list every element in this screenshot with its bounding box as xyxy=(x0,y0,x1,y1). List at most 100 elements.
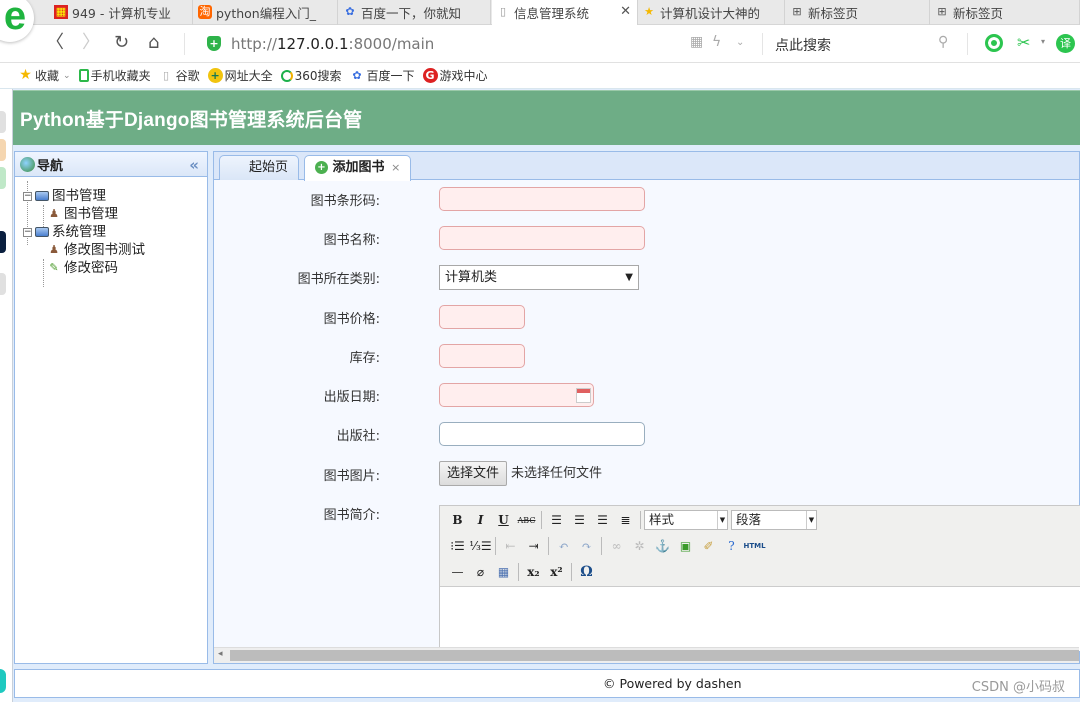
reload-icon[interactable]: ↻ xyxy=(114,33,129,53)
home-icon[interactable]: ⌂ xyxy=(148,33,159,53)
bookmark-item[interactable]: G 游戏中心 xyxy=(422,67,488,84)
bookmark-item[interactable]: 手机收藏夹 xyxy=(78,67,151,84)
bookmark-favorites[interactable]: ★ 收藏 ⌄ xyxy=(18,67,70,84)
cleanup-brush-icon[interactable]: ✐ xyxy=(697,535,720,557)
horizontal-rule-icon[interactable]: — xyxy=(446,561,469,583)
url-field[interactable]: http://127.0.0.1:8000/main xyxy=(231,35,434,53)
calendar-icon[interactable] xyxy=(576,388,591,403)
tree-item-change-password[interactable]: ✎ 修改密码 xyxy=(23,259,199,277)
html-source-button[interactable]: HTML xyxy=(743,535,766,557)
search-input[interactable]: 点此搜索 xyxy=(775,35,831,55)
eraser-icon[interactable]: ⌀ xyxy=(469,561,492,583)
scissors-icon[interactable]: ✂ xyxy=(1017,33,1030,52)
close-tab-icon[interactable]: × xyxy=(391,161,400,174)
tree-group-books[interactable]: − 图书管理 xyxy=(23,187,199,205)
choose-file-button[interactable]: 选择文件 xyxy=(439,461,508,486)
anchor-icon[interactable]: ⚓ xyxy=(651,535,674,557)
collapse-icon[interactable]: « xyxy=(189,156,199,174)
bookmarks-bar: ★ 收藏 ⌄ 手机收藏夹 ▯ 谷歌 + 网址大全 360搜索 ✿ 百度一下 G 游戏中心 xyxy=(0,63,1080,89)
browser-tab-bar: e ▦ 949 - 计算机专业 淘 python编程入门_ ✿ 百度一下，你就知… xyxy=(0,0,1080,42)
format-select[interactable]: 段落 ▼ xyxy=(731,510,817,530)
tab-start-page[interactable]: 起始页 xyxy=(219,155,299,180)
nav-panel: 导航 « − 图书管理 + 添加图书 ♟ 图书管理 − 系统管理 xyxy=(14,151,448,664)
browser-tab[interactable]: ★ 计算机设计大神的 xyxy=(637,0,785,25)
bookmark-item[interactable]: ▯ 谷歌 xyxy=(159,67,200,84)
image-icon[interactable]: ▣ xyxy=(674,535,697,557)
chevron-down-icon[interactable]: ⌄ xyxy=(736,37,744,48)
app-layout: Python基于Django图书管理系统后台管 导航 « − 图书管理 + 添加… xyxy=(13,89,1080,702)
publisher-input[interactable] xyxy=(439,422,645,446)
close-tab-icon[interactable]: ✕ xyxy=(620,4,631,19)
browser-tab-active[interactable]: ▯ 信息管理系统 ✕ xyxy=(492,0,637,25)
reader-icon[interactable] xyxy=(985,34,1003,52)
undo-icon[interactable]: ↶ xyxy=(552,535,575,557)
tree-item-edit-book-test[interactable]: ♟ 修改图书测试 xyxy=(23,241,199,259)
category-label: 图书所在类别: xyxy=(297,272,380,287)
bookmark-item[interactable]: + 网址大全 xyxy=(207,67,273,84)
search-icon[interactable]: ⚲ xyxy=(938,34,948,50)
scrollbar-thumb[interactable] xyxy=(230,650,1079,661)
help-icon[interactable]: ? xyxy=(720,535,743,557)
pubdate-input[interactable] xyxy=(439,383,594,407)
table-icon[interactable]: ▦ xyxy=(492,561,515,583)
underline-button[interactable]: U xyxy=(492,509,515,531)
lightning-icon[interactable]: ϟ xyxy=(712,34,721,50)
browser-tab[interactable]: ▦ 949 - 计算机专业 xyxy=(50,0,193,25)
address-bar: 〈 〉 ↻ ⌂ + http://127.0.0.1:8000/main ▦ ϟ… xyxy=(0,25,1080,63)
editor-content-area[interactable] xyxy=(440,586,1080,651)
browser-tab[interactable]: ✿ 百度一下，你就知 xyxy=(339,0,491,25)
toolbar-separator xyxy=(518,563,519,581)
link-icon[interactable]: ∞ xyxy=(605,535,628,557)
redo-icon[interactable]: ↷ xyxy=(575,535,598,557)
chevron-down-icon[interactable]: ▾ xyxy=(1041,37,1045,46)
name-input[interactable] xyxy=(439,226,645,250)
barcode-input[interactable] xyxy=(439,187,645,211)
align-center-icon[interactable]: ☰ xyxy=(568,509,591,531)
browser-tab[interactable]: ⊞ 新标签页 xyxy=(931,0,1080,25)
tab-add-book[interactable]: + 添加图书 × xyxy=(304,155,412,181)
scroll-left-icon[interactable]: ◂ xyxy=(218,649,223,659)
stock-input[interactable] xyxy=(439,344,525,368)
collapse-toggle-icon[interactable]: − xyxy=(23,227,32,237)
side-icon[interactable] xyxy=(0,273,6,295)
collapse-toggle-icon[interactable]: − xyxy=(23,191,32,201)
bookmark-item[interactable]: 360搜索 xyxy=(280,67,342,84)
bullet-list-icon[interactable]: ⁝☰ xyxy=(446,535,469,557)
tree-group-system[interactable]: − 系统管理 xyxy=(23,223,199,241)
side-icon[interactable] xyxy=(0,139,6,161)
numbered-list-icon[interactable]: ⅓☰ xyxy=(469,535,492,557)
translate-icon[interactable]: 译 xyxy=(1056,34,1075,53)
footer: © Powered by dashen CSDN @小码叔 xyxy=(14,669,1080,698)
side-icon[interactable] xyxy=(0,669,6,693)
side-icon[interactable] xyxy=(0,167,6,189)
toolbar-separator xyxy=(571,563,572,581)
outdent-icon[interactable]: ⇤ xyxy=(499,535,522,557)
unlink-icon[interactable]: ✲ xyxy=(628,535,651,557)
superscript-icon[interactable]: x² xyxy=(545,561,568,583)
browser-tab[interactable]: 淘 python编程入门_ xyxy=(194,0,338,25)
align-left-icon[interactable]: ☰ xyxy=(545,509,568,531)
horizontal-scrollbar[interactable]: ◂ xyxy=(214,647,1079,663)
price-input[interactable] xyxy=(439,305,525,329)
browser-tab[interactable]: ⊞ 新标签页 xyxy=(786,0,930,25)
bold-button[interactable]: B xyxy=(446,509,469,531)
side-icon[interactable] xyxy=(0,111,6,133)
style-select[interactable]: 样式 ▼ xyxy=(644,510,728,530)
pencil-icon: ✎ xyxy=(49,261,59,274)
tree-item-book-manage[interactable]: ♟ 图书管理 xyxy=(23,205,199,223)
align-justify-icon[interactable]: ≣ xyxy=(614,509,637,531)
qr-grid-icon[interactable]: ▦ xyxy=(690,34,703,50)
special-char-icon[interactable]: Ω xyxy=(575,561,598,583)
forward-icon[interactable]: 〉 xyxy=(82,33,100,53)
strikethrough-button[interactable]: ABC xyxy=(515,509,538,531)
category-select[interactable]: 计算机类 ▼ xyxy=(439,265,639,290)
italic-button[interactable]: I xyxy=(469,509,492,531)
pubdate-label: 出版日期: xyxy=(323,390,380,405)
side-icon[interactable] xyxy=(0,231,6,253)
bookmark-item[interactable]: ✿ 百度一下 xyxy=(350,67,414,84)
align-right-icon[interactable]: ☰ xyxy=(591,509,614,531)
intro-label: 图书简介: xyxy=(323,508,380,523)
indent-icon[interactable]: ⇥ xyxy=(522,535,545,557)
subscript-icon[interactable]: x₂ xyxy=(522,561,545,583)
back-icon[interactable]: 〈 xyxy=(46,33,64,53)
